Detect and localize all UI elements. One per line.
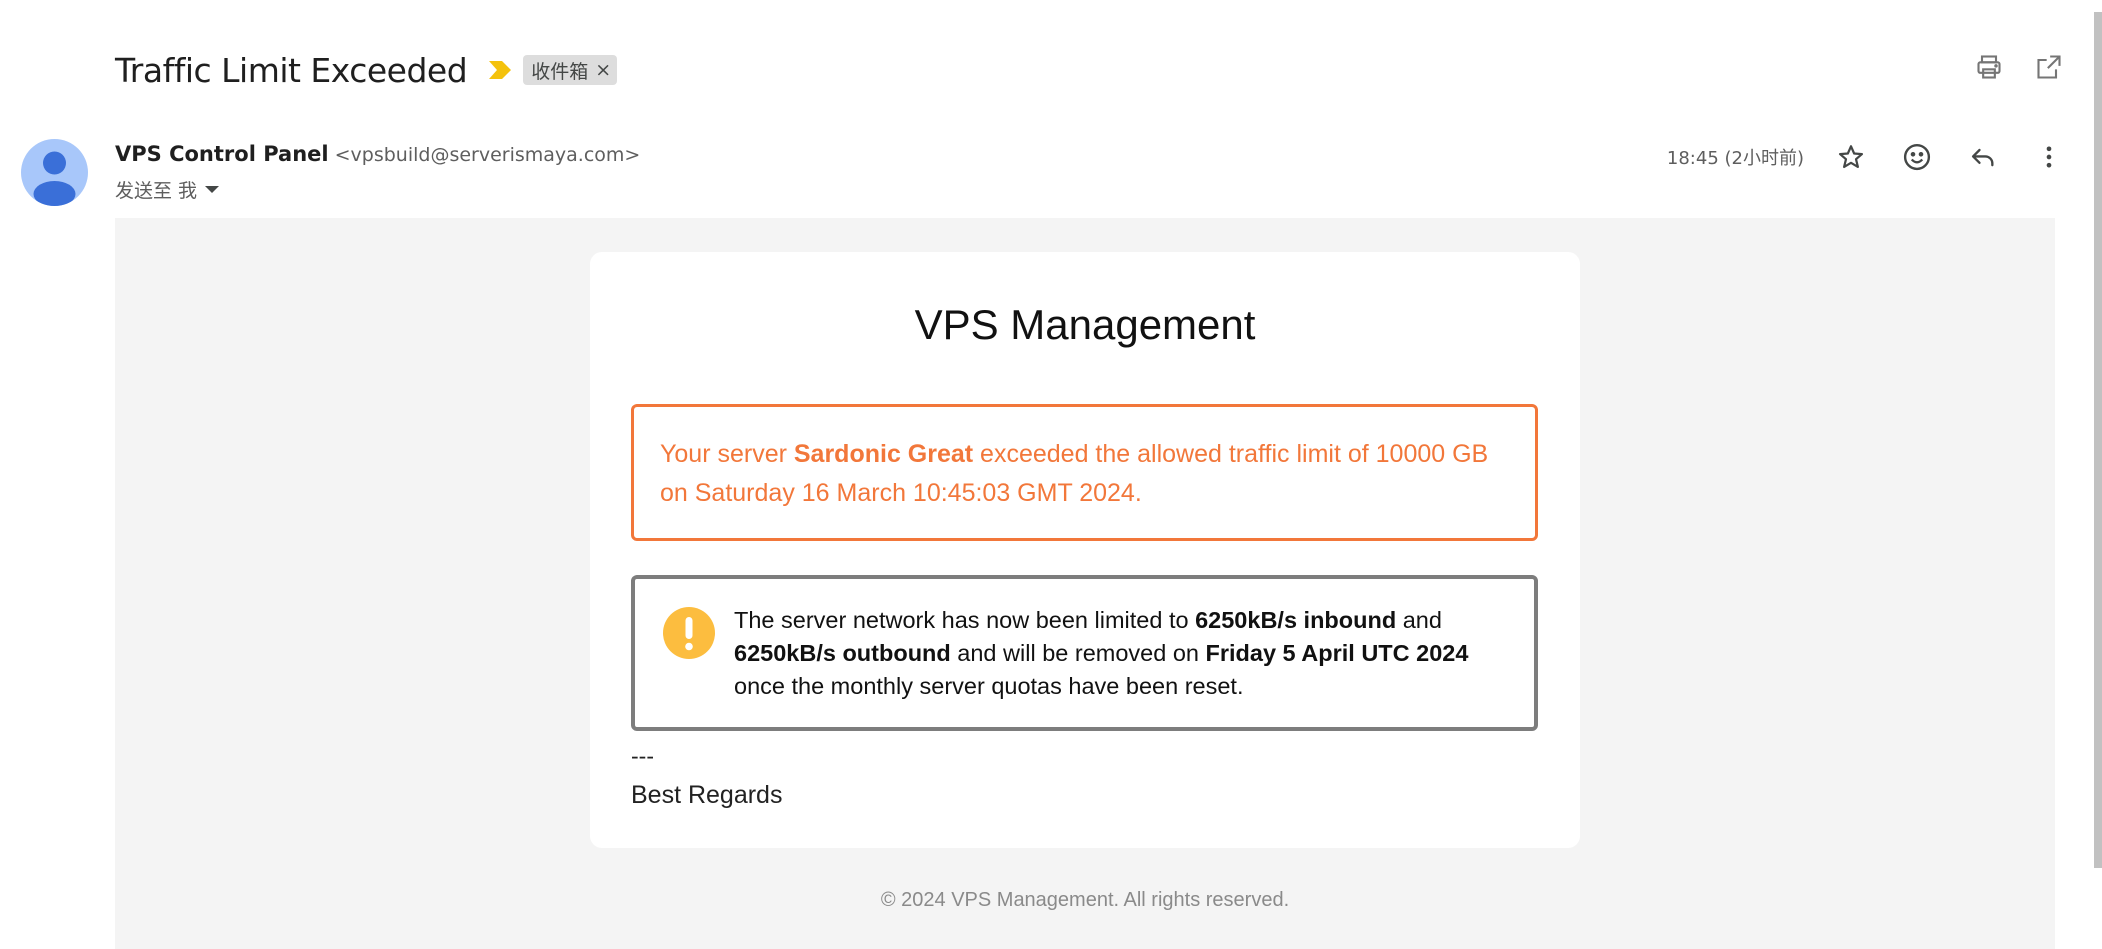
subject-row: Traffic Limit Exceeded 收件箱 ×: [115, 46, 618, 94]
signature: Best Regards: [631, 781, 783, 809]
message-actions: 18:45 (2小时前): [1667, 142, 2064, 172]
limit-notice-text: The server network has now been limited …: [734, 604, 1514, 703]
notice-date: Friday 5 April UTC 2024: [1205, 640, 1469, 666]
open-in-new-window-icon[interactable]: [2034, 52, 2064, 82]
message-timestamp: 18:45 (2小时前): [1666, 148, 1804, 169]
reply-icon[interactable]: [1968, 142, 1998, 172]
print-icon[interactable]: [1974, 52, 2004, 82]
chevron-down-icon[interactable]: [205, 186, 220, 193]
recipients-toggle[interactable]: 发送至 我: [115, 176, 220, 203]
recipients-text: 发送至 我: [115, 180, 198, 202]
scrollbar[interactable]: [2094, 12, 2102, 868]
email-subject: Traffic Limit Exceeded: [115, 50, 468, 90]
emoji-react-icon[interactable]: [1902, 142, 1932, 172]
email-footer: © 2024 VPS Management. All rights reserv…: [880, 889, 1290, 911]
top-actions: [1974, 52, 2064, 82]
more-vert-icon[interactable]: [2034, 142, 2064, 172]
alert-prefix: Your server: [660, 440, 794, 468]
notice-inbound: 6250kB/s inbound: [1195, 607, 1397, 633]
importance-marker-icon[interactable]: [489, 60, 512, 80]
message-card: VPS Management Your server Sardonic Grea…: [590, 252, 1580, 848]
sender-name[interactable]: VPS Control Panel: [115, 142, 329, 166]
notice-outbound: 6250kB/s outbound: [734, 640, 951, 666]
card-title: VPS Management: [914, 301, 1256, 348]
remove-label-button[interactable]: ×: [595, 59, 611, 81]
star-icon[interactable]: [1836, 142, 1866, 172]
notice-part-2: and: [1396, 607, 1442, 633]
server-name: Sardonic Great: [793, 440, 974, 468]
traffic-alert-box: Your server Sardonic Great exceeded the …: [631, 404, 1538, 541]
email-body: VPS Management Your server Sardonic Grea…: [115, 218, 2055, 949]
notice-part-1: The server network has now been limited …: [734, 607, 1196, 633]
limit-notice-box: The server network has now been limited …: [631, 575, 1538, 731]
signature-separator: ---: [631, 743, 654, 769]
sender-email: <vpsbuild@serverismaya.com>: [334, 144, 641, 166]
sender-line: VPS Control Panel <vpsbuild@serverismaya…: [115, 142, 640, 166]
default-avatar-icon: [33, 151, 76, 206]
exclamation-icon: [663, 607, 715, 659]
notice-part-3: and will be removed on: [950, 640, 1206, 666]
sender-avatar[interactable]: [21, 139, 88, 206]
inbox-label-chip[interactable]: 收件箱 ×: [523, 55, 618, 85]
inbox-label-text: 收件箱: [531, 60, 589, 83]
notice-part-4: once the monthly server quotas have been…: [734, 673, 1244, 699]
